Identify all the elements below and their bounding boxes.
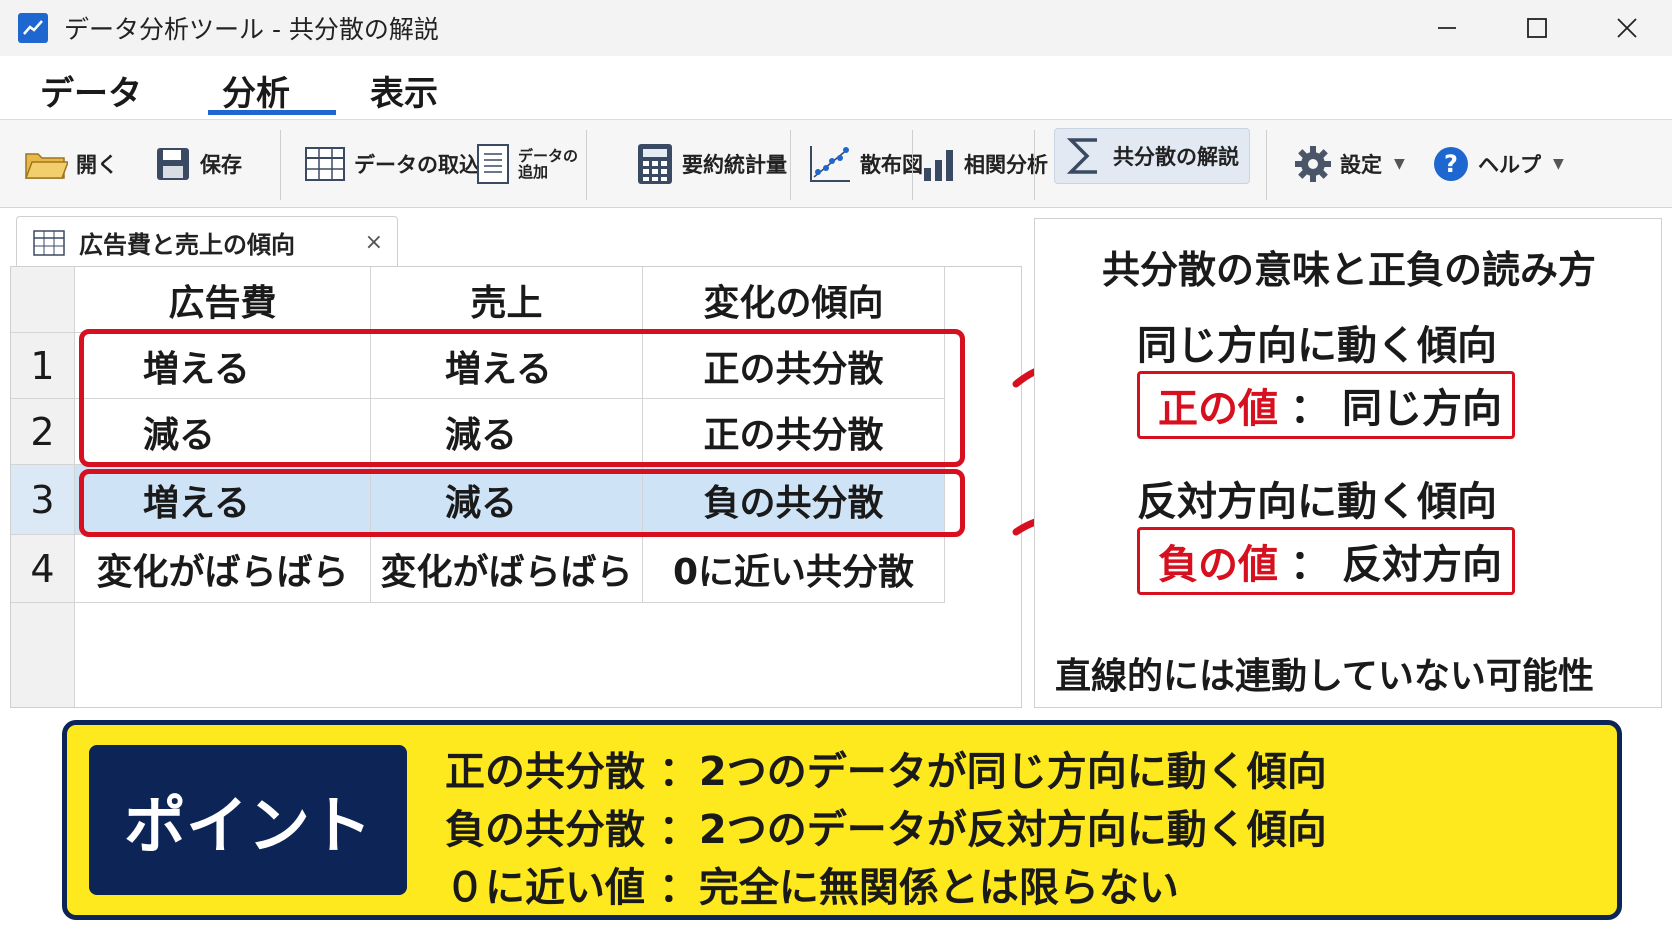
toolbar-divider xyxy=(1266,130,1267,200)
correlation-label: 相関分析 xyxy=(964,153,1048,177)
negative-value-label: 負の値 xyxy=(1158,542,1278,588)
row-header[interactable]: 3 xyxy=(11,465,75,535)
sigma-icon xyxy=(1066,138,1097,174)
row-header[interactable]: 2 xyxy=(11,399,75,465)
positive-highlight-box xyxy=(79,329,965,467)
negative-heading: 反対方向に動く傾向 xyxy=(1137,479,1497,525)
bar-chart-icon xyxy=(924,150,953,181)
explanation-title: 共分散の意味と正負の読み方 xyxy=(1101,248,1596,292)
toolbar: 開く 保存 データの取込 データの 追加 要約統計量 散布図 相関分析 共分散の… xyxy=(0,120,1672,208)
minimize-icon xyxy=(1438,27,1456,29)
save-label: 保存 xyxy=(200,153,242,177)
menu-bar: データ 分析 表示 xyxy=(0,56,1672,120)
open-label: 開く xyxy=(76,153,118,177)
toolbar-divider xyxy=(912,130,913,200)
settings-label: 設定 xyxy=(1340,153,1382,177)
menu-view[interactable]: 表示 xyxy=(370,66,438,115)
menu-data[interactable]: データ xyxy=(40,66,142,115)
floppy-disk-icon xyxy=(157,148,189,180)
tab-close-button[interactable]: × xyxy=(365,230,383,255)
document-area: 広告費と売上の傾向 × 広告費 売上 変化の傾向 1 増える 増える 正の共分散… xyxy=(10,216,1022,708)
save-button[interactable]: 保存 xyxy=(154,134,242,194)
negative-colon: ： xyxy=(1290,542,1330,588)
grid-corner xyxy=(11,267,75,333)
svg-text:?: ? xyxy=(1444,150,1458,178)
zero-covariance-note: 直線的には連動していない可能性 xyxy=(1055,656,1594,697)
folder-icon xyxy=(24,153,68,179)
calculator-icon xyxy=(638,144,672,184)
point-badge: ポイント xyxy=(89,745,407,895)
summary-stats-button[interactable]: 要約統計量 xyxy=(636,134,787,194)
row-header[interactable]: 4 xyxy=(11,535,75,603)
column-header-ad-cost[interactable]: 広告費 xyxy=(75,267,371,333)
help-label: ヘルプ xyxy=(1478,153,1541,177)
data-grid: 広告費 売上 変化の傾向 1 増える 増える 正の共分散 2 減る 減る 正の共… xyxy=(10,266,1022,708)
open-button[interactable]: 開く xyxy=(24,134,118,194)
toolbar-divider xyxy=(280,130,281,200)
correlation-button[interactable]: 相関分析 xyxy=(922,134,1048,194)
table-cell[interactable]: 変化がばらばら xyxy=(75,535,371,603)
append-label-line1: データの xyxy=(518,147,579,165)
covariance-label: 共分散の解説 xyxy=(1113,145,1239,169)
point-line-negative: 負の共分散 ：2つのデータが反対方向に動く傾向 xyxy=(445,807,1327,853)
summary-label: 要約統計量 xyxy=(682,153,787,177)
toolbar-divider xyxy=(790,130,791,200)
chevron-down-icon: ▼ xyxy=(1553,156,1564,172)
document-tab-label: 広告費と売上の傾向 xyxy=(79,231,295,259)
column-header-trend[interactable]: 変化の傾向 xyxy=(643,267,945,333)
help-dropdown[interactable]: ? ヘルプ ▼ xyxy=(1432,134,1564,194)
table-icon xyxy=(33,229,65,256)
negative-highlight-box xyxy=(79,469,965,537)
covariance-explanation-button[interactable]: 共分散の解説 xyxy=(1054,128,1250,184)
close-icon xyxy=(1617,18,1637,38)
positive-value-box: 正の値 ： 同じ方向 xyxy=(1137,371,1515,439)
minimize-button[interactable] xyxy=(1402,0,1492,56)
chevron-down-icon: ▼ xyxy=(1394,156,1405,172)
document-icon xyxy=(477,144,509,184)
table-cell[interactable]: 0に近い共分散 xyxy=(643,535,945,603)
append-label: データの 追加 xyxy=(518,148,578,180)
scatter-label: 散布図 xyxy=(860,153,923,177)
settings-dropdown[interactable]: 設定 ▼ xyxy=(1294,134,1405,194)
positive-colon: ： xyxy=(1290,386,1330,432)
scatter-plot-icon xyxy=(810,146,850,182)
title-bar: データ分析ツール - 共分散の解説 xyxy=(0,0,1672,56)
maximize-icon xyxy=(1527,18,1547,38)
row-header-empty xyxy=(11,603,75,707)
append-label-line2: 追加 xyxy=(518,163,549,181)
positive-heading: 同じ方向に動く傾向 xyxy=(1137,323,1497,369)
maximize-button[interactable] xyxy=(1492,0,1582,56)
column-header-sales[interactable]: 売上 xyxy=(371,267,643,333)
menu-analysis[interactable]: 分析 xyxy=(222,66,290,115)
help-icon: ? xyxy=(1434,147,1468,181)
gear-icon xyxy=(1295,146,1331,182)
row-header[interactable]: 1 xyxy=(11,333,75,399)
table-cell[interactable]: 変化がばらばら xyxy=(371,535,643,603)
point-line-positive: 正の共分散 ：2つのデータが同じ方向に動く傾向 xyxy=(445,749,1327,795)
append-data-button[interactable]: データの 追加 xyxy=(476,134,578,194)
close-button[interactable] xyxy=(1582,0,1672,56)
import-data-button[interactable]: データの取込 xyxy=(304,134,480,194)
negative-value-desc: 反対方向 xyxy=(1342,542,1502,588)
explanation-panel: 共分散の意味と正負の読み方 同じ方向に動く傾向 正の値 ： 同じ方向 反対方向に… xyxy=(1034,218,1662,708)
toolbar-divider xyxy=(586,130,587,200)
point-line-zero: ０に近い値 ：完全に無関係とは限らない xyxy=(445,865,1179,911)
positive-value-label: 正の値 xyxy=(1158,386,1278,432)
chart-line-icon xyxy=(18,13,48,43)
window-title: データ分析ツール - 共分散の解説 xyxy=(64,15,439,44)
import-label: データの取込 xyxy=(354,153,480,177)
document-tab[interactable]: 広告費と売上の傾向 × xyxy=(16,216,398,268)
positive-value-desc: 同じ方向 xyxy=(1342,386,1502,432)
toolbar-divider xyxy=(1034,130,1035,200)
point-banner: ポイント 正の共分散 ：2つのデータが同じ方向に動く傾向 負の共分散 ：2つのデ… xyxy=(62,720,1622,920)
active-menu-indicator xyxy=(208,110,336,115)
negative-value-box: 負の値 ： 反対方向 xyxy=(1137,527,1515,595)
table-icon xyxy=(305,147,345,181)
scatter-plot-button[interactable]: 散布図 xyxy=(808,134,923,194)
